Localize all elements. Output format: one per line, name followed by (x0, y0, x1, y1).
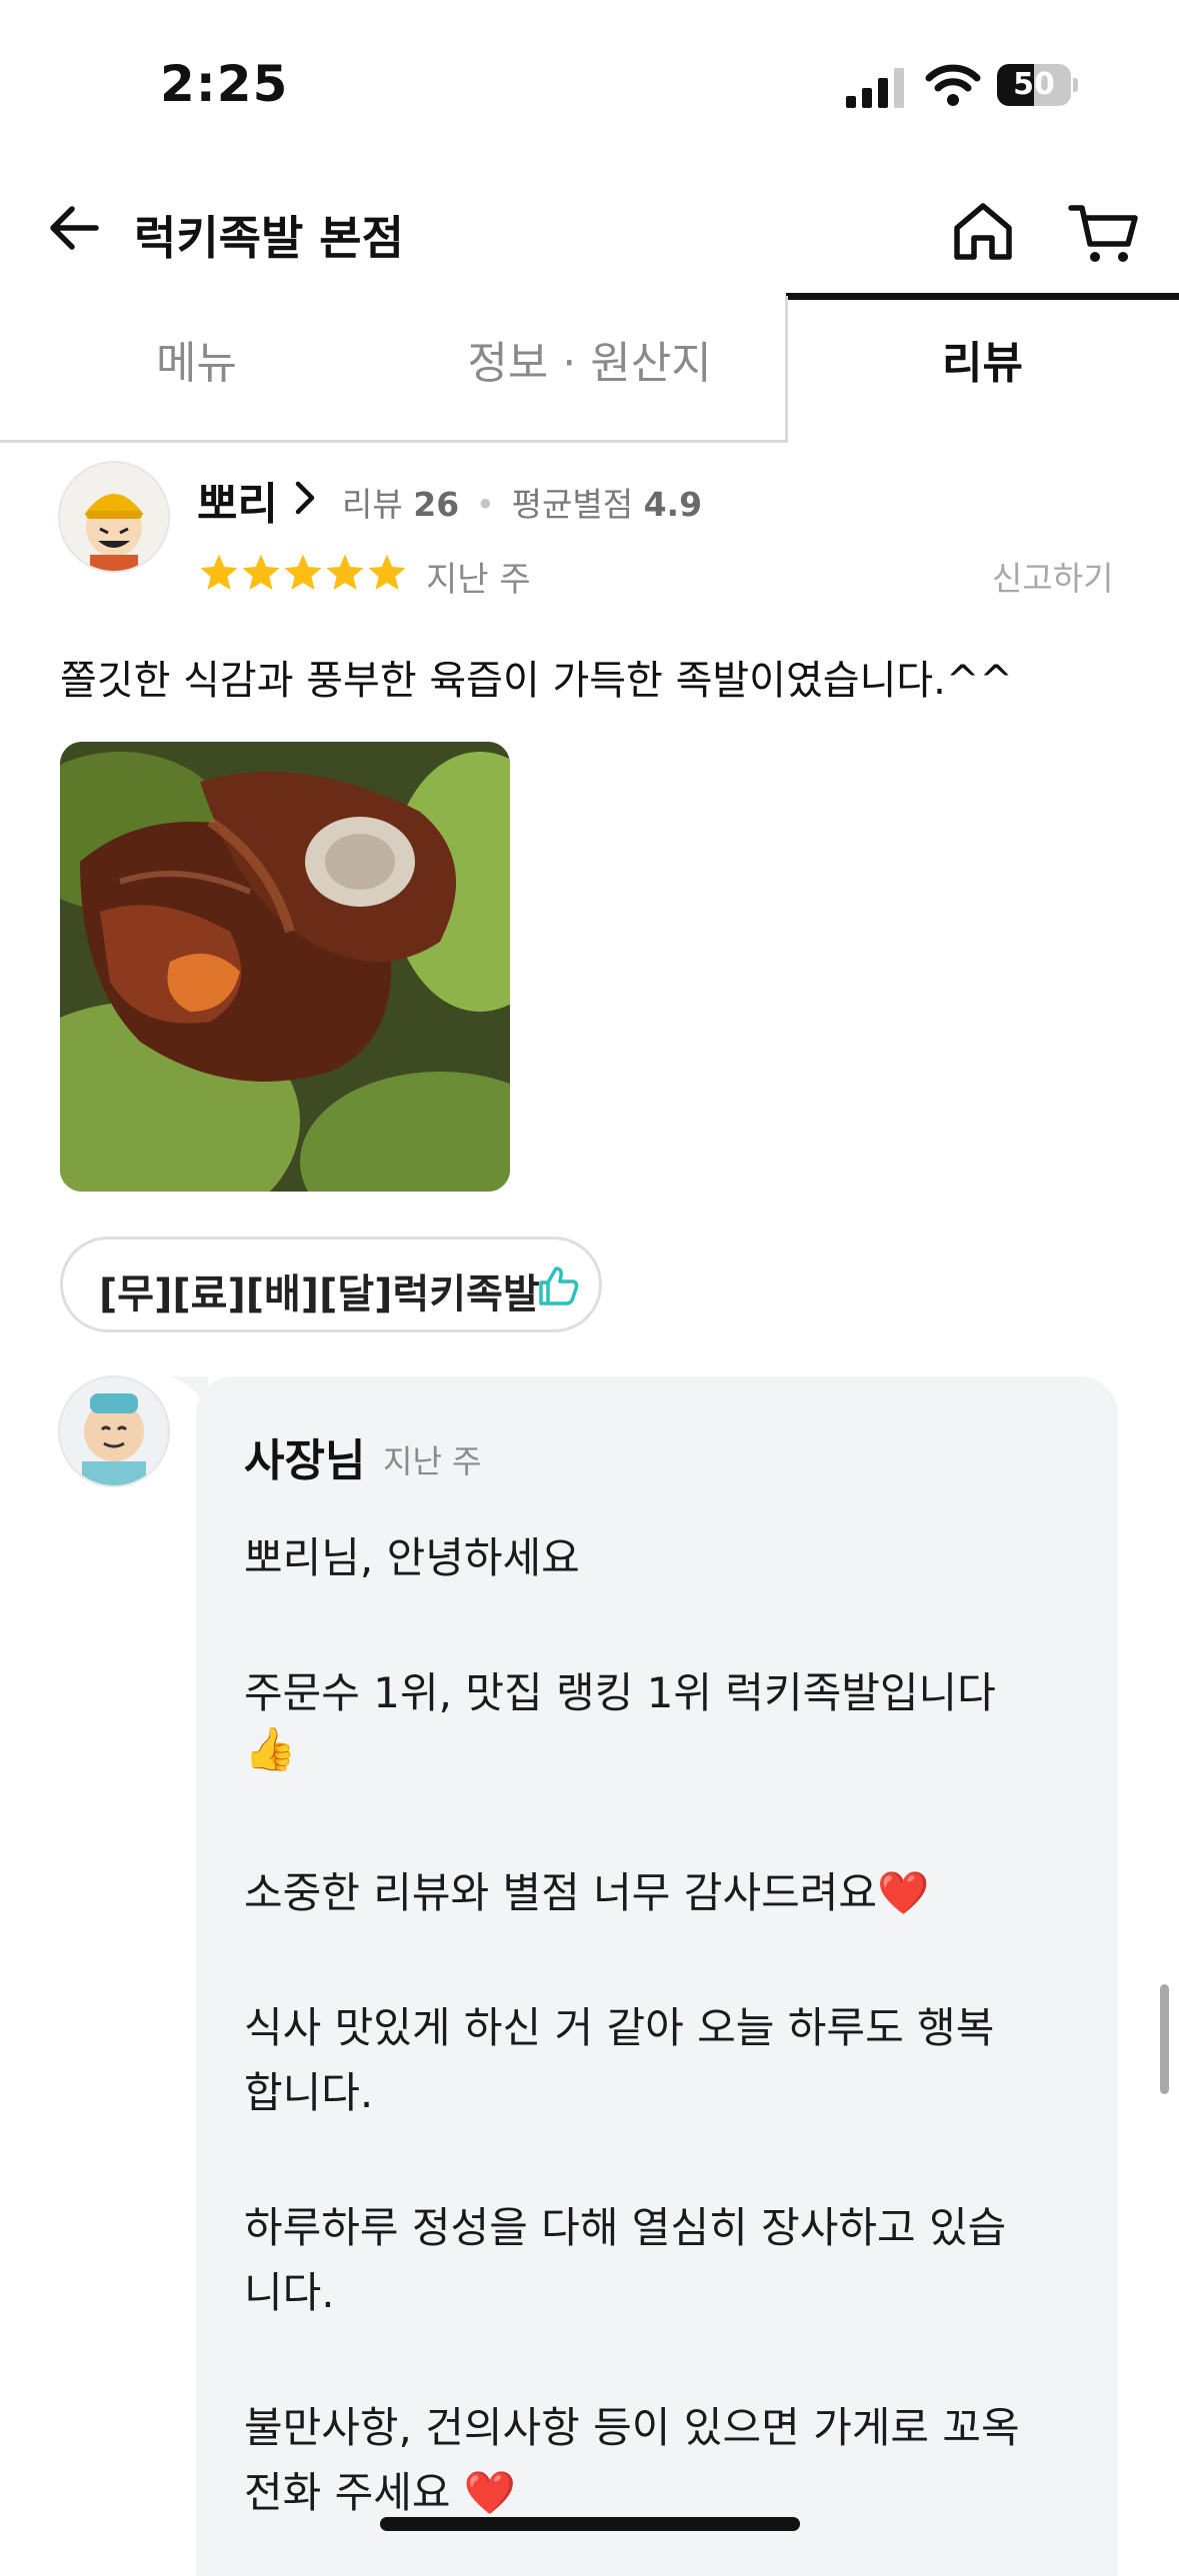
star-icon (200, 554, 238, 590)
wifi-icon (925, 64, 981, 106)
thumbs-up-icon (539, 1267, 579, 1305)
chevron-right-icon[interactable] (292, 478, 318, 518)
star-icon (284, 554, 322, 590)
tab-menu[interactable]: 메뉴 (0, 295, 393, 443)
owner-avatar (60, 1377, 168, 1485)
store-title: 럭키족발 본점 (134, 211, 404, 265)
report-button[interactable]: 신고하기 (992, 552, 1113, 600)
reply-line: 👍 (244, 1724, 297, 1773)
reply-line: 불만사항, 건의사항 등이 있으면 가게로 꼬옥 (244, 2403, 1020, 2452)
avg-rating: 4.9 (643, 485, 703, 524)
tab-divider (0, 440, 786, 443)
tab-reviews[interactable]: 리뷰 (786, 295, 1179, 443)
tab-info-origin[interactable]: 정보 · 원산지 (393, 295, 786, 443)
home-indicator[interactable] (380, 2517, 800, 2531)
reply-line: 소중한 리뷰와 별점 너무 감사드려요❤️ (244, 1868, 930, 1917)
avg-rating-label: 평균별점 (511, 485, 634, 524)
review-count: 26 (413, 485, 460, 524)
reply-line: 니다. (244, 2268, 335, 2317)
reply-line: 하루하루 정성을 다해 열심히 장사하고 있습 (244, 2203, 1007, 2252)
reply-line: 뽀리님, 안녕하세요 (244, 1533, 580, 1582)
star-icon (368, 554, 406, 590)
rating-stars (198, 552, 408, 594)
battery-icon: 50 (997, 64, 1078, 108)
active-tab-indicator (786, 293, 1179, 300)
reply-line: 합니다. (244, 2068, 374, 2117)
reply-line: 식사 맛있게 하신 거 같아 오늘 하루도 행복 (244, 2003, 995, 2052)
review-count-label: 리뷰 (342, 485, 403, 524)
star-icon (242, 554, 280, 590)
owner-name: 사장님 (244, 1435, 366, 1486)
tab-bar: 메뉴 정보 · 원산지 리뷰 (0, 295, 1179, 443)
scrollbar[interactable] (1160, 1984, 1169, 2094)
ordered-menu-name: [무][료][배][달]럭키족발 (99, 1272, 540, 1317)
status-time: 2:25 (160, 55, 289, 113)
ordered-menu-chip[interactable]: [무][료][배][달]럭키족발 (60, 1237, 602, 1332)
reviewer-avatar[interactable] (60, 463, 168, 571)
cellular-signal-icon (846, 68, 904, 108)
battery-level: 50 (1013, 67, 1055, 102)
home-icon[interactable] (950, 200, 1016, 262)
reviewer-stats: 리뷰 26 • 평균별점 4.9 (342, 485, 703, 524)
review-photo[interactable] (60, 742, 510, 1192)
cart-icon[interactable] (1068, 200, 1140, 266)
reply-line: 주문수 1위, 맛집 랭킹 1위 럭키족발입니다 (244, 1668, 996, 1717)
star-icon (326, 554, 364, 590)
owner-reply-date: 지난 주 (383, 1442, 482, 1480)
tab-divider-vertical (785, 296, 788, 443)
reply-line: 전화 주세요 ❤️ (244, 2468, 517, 2517)
review-date: 지난 주 (426, 560, 531, 600)
reviewer-name[interactable]: 뽀리 (197, 468, 278, 532)
back-arrow-icon[interactable] (46, 200, 102, 256)
review-text: 쫄깃한 식감과 풍부한 육즙이 가득한 족발이였습니다.^^ (60, 658, 1013, 704)
